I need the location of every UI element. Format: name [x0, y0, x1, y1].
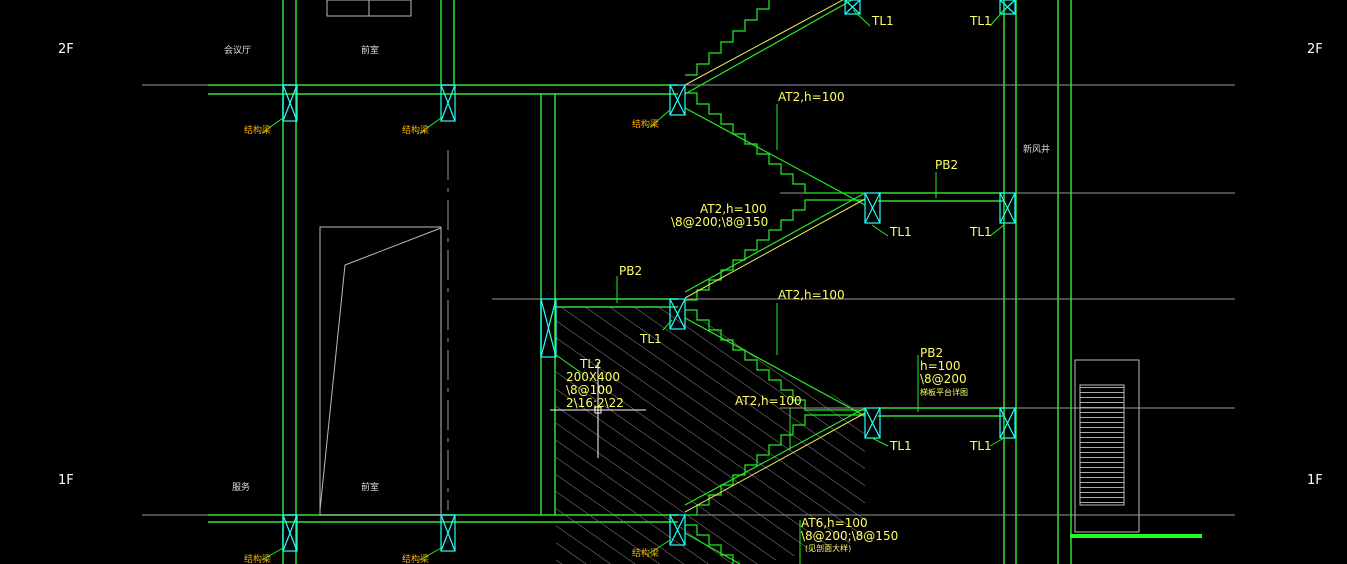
tl1-label-c: TL1	[889, 225, 912, 239]
tl1-label-f: TL1	[889, 439, 912, 453]
floor-label-2f-right: 2F	[1307, 42, 1323, 57]
stair-label-at2-mid: AT2,h=100	[700, 202, 767, 216]
slab-label-pb2-upper: PB2	[935, 158, 958, 172]
beam-callout-2: 结构梁	[402, 124, 429, 136]
stair-note-at6: (见剖面大样)	[805, 543, 851, 553]
tl1-label-b: TL1	[969, 14, 992, 28]
beam-box-tl2	[540, 298, 557, 358]
equipment-cabinet	[1070, 359, 1202, 538]
beam-box-upper-right	[999, 192, 1016, 224]
cad-section-drawing[interactable]: 2F 2F 1F 1F 会议厅 前室 服务 前室 新风井 结构梁 结构梁 结构梁…	[0, 0, 1347, 564]
tl1-label-d: TL1	[969, 225, 992, 239]
beam-box-2f-left	[282, 84, 298, 122]
beam-callout-3: 结构梁	[632, 118, 659, 130]
beam-callout-4: 结构梁	[244, 553, 271, 564]
beam-box-upper-land	[864, 192, 881, 224]
tl1-label-a: TL1	[871, 14, 894, 28]
tl2-bars: 2\16;2\22	[566, 396, 624, 410]
slab-rebar-pb2-right: \8@200	[920, 372, 967, 386]
beam-box-2f-mid	[440, 84, 456, 122]
slab-label-pb2-left: PB2	[619, 264, 642, 278]
tl2-size: 200X400	[566, 370, 620, 384]
slab-label-pb2-right: PB2	[920, 346, 943, 360]
beam-box-lower-land	[864, 407, 881, 439]
stair-rebar-at6: \8@200;\8@150	[801, 529, 898, 543]
floor-label-2f-left: 2F	[58, 42, 74, 57]
floor-label-1f-left: 1F	[58, 473, 74, 488]
tl1-label-e: TL1	[639, 332, 662, 346]
beam-box-2f-stair	[669, 84, 686, 116]
stair-label-at2-bottom: AT2,h=100	[735, 394, 802, 408]
beam-box-top	[844, 0, 861, 15]
beam-callout-6: 结构梁	[632, 547, 659, 559]
floor-label-1f-right: 1F	[1307, 473, 1323, 488]
room-label-fresh-air-shaft: 新风井	[1023, 143, 1050, 155]
stair-rebar-at2-mid: \8@200;\8@150	[671, 215, 768, 229]
tl2-stirrup: \8@100	[566, 383, 613, 397]
slab-note-pb2-right: 梯板平台详图	[920, 387, 968, 397]
stair-label-at2-top: AT2,h=100	[778, 90, 845, 104]
stair-label-at2-lower: AT2,h=100	[778, 288, 845, 302]
room-label-meeting: 会议厅	[224, 44, 251, 56]
room-label-stair-room-lower: 前室	[361, 481, 379, 493]
slab-h-pb2-right: h=100	[920, 359, 961, 373]
beam-box-1f-mid	[440, 514, 456, 552]
room-label-service: 服务	[232, 481, 250, 493]
beam-callout-5: 结构梁	[402, 553, 429, 564]
beam-callout-1: 结构梁	[244, 124, 271, 136]
door-elevation	[319, 0, 442, 516]
beam-box-lower-right	[999, 407, 1016, 439]
room-label-stair-room-upper: 前室	[361, 44, 379, 56]
stair-label-at6: AT6,h=100	[801, 516, 868, 530]
tl2-label: TL2	[579, 357, 602, 371]
beam-box-1f-left	[282, 514, 298, 552]
tl1-label-g: TL1	[969, 439, 992, 453]
